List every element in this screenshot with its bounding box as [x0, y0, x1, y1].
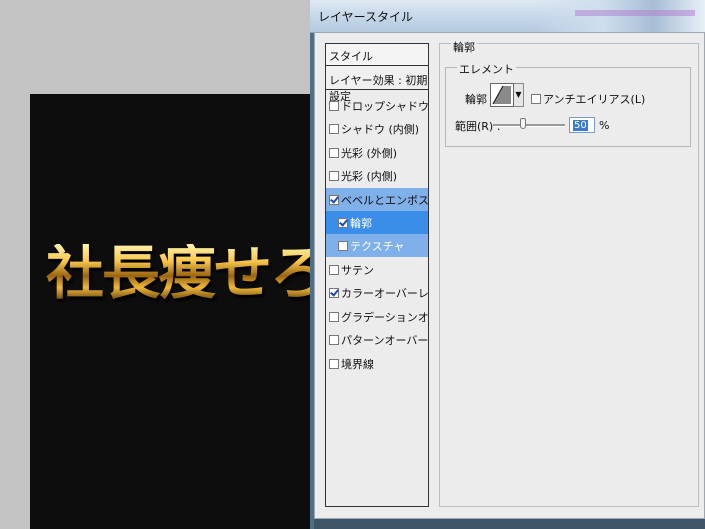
style-list: スタイル レイヤー効果 : 初期設定 ドロップシャドウ シャドウ (内側) 光彩…: [325, 43, 429, 507]
dialog-titlebar[interactable]: レイヤースタイル: [310, 0, 705, 33]
checkbox-gradient-overlay[interactable]: [329, 312, 339, 322]
checkbox-color-overlay[interactable]: [329, 288, 339, 298]
style-item-drop-shadow[interactable]: ドロップシャドウ: [326, 94, 428, 117]
checkbox-satin[interactable]: [329, 265, 339, 275]
style-item-texture[interactable]: テクスチャ: [326, 234, 428, 257]
checkbox-contour[interactable]: [338, 218, 348, 228]
range-unit: %: [599, 119, 610, 132]
style-item-label: サテン: [341, 264, 374, 277]
titlebar-glare: [535, 0, 705, 32]
style-item-contour[interactable]: 輪郭: [326, 211, 428, 234]
style-item-label: カラーオーバーレイ: [341, 287, 428, 300]
style-item-outer-glow[interactable]: 光彩 (外側): [326, 141, 428, 164]
contour-section-title: 輪郭: [451, 39, 477, 55]
style-item-stroke[interactable]: 境界線: [326, 352, 428, 375]
style-item-label: 光彩 (外側): [341, 147, 398, 160]
checkbox-inner-glow[interactable]: [329, 171, 339, 181]
checkbox-bevel-emboss[interactable]: [329, 195, 339, 205]
style-item-satin[interactable]: サテン: [326, 258, 428, 281]
contour-picker[interactable]: [490, 83, 514, 107]
dialog-bottom-edge: [314, 519, 705, 529]
style-item-label: パターンオーバーレイ: [341, 334, 428, 347]
style-item-bevel-emboss[interactable]: ベベルとエンボス: [326, 188, 428, 211]
style-item-label: 輪郭: [350, 217, 372, 230]
antialias-checkbox-row[interactable]: アンチエイリアス(L): [531, 91, 645, 107]
antialias-checkbox[interactable]: [531, 94, 541, 104]
style-item-label: テクスチャ: [350, 240, 405, 253]
elements-groupbox: [445, 67, 691, 147]
checkbox-inner-shadow[interactable]: [329, 124, 339, 134]
titlebar-highlight: [575, 10, 695, 16]
list-item-blending-options[interactable]: レイヤー効果 : 初期設定: [326, 66, 428, 103]
elements-section-title: エレメント: [457, 61, 516, 77]
contour-curve-icon: [492, 85, 511, 105]
checkbox-outer-glow[interactable]: [329, 148, 339, 158]
range-input[interactable]: 50: [569, 117, 595, 133]
style-item-pattern-overlay[interactable]: パターンオーバーレイ: [326, 328, 428, 351]
layer-style-dialog: レイヤースタイル スタイル レイヤー効果 : 初期設定 ドロップシャドウ シャド…: [310, 0, 705, 529]
style-item-color-overlay[interactable]: カラーオーバーレイ: [326, 281, 428, 304]
style-item-inner-glow[interactable]: 光彩 (内側): [326, 164, 428, 187]
list-item-styles[interactable]: スタイル: [326, 44, 428, 66]
checkbox-stroke[interactable]: [329, 359, 339, 369]
style-item-label: シャドウ (内側): [341, 123, 420, 136]
document-canvas[interactable]: 社長痩せろ: [30, 94, 328, 529]
checkbox-pattern-overlay[interactable]: [329, 335, 339, 345]
style-item-inner-shadow[interactable]: シャドウ (内側): [326, 117, 428, 140]
range-slider-track[interactable]: [493, 124, 565, 127]
antialias-label: アンチエイリアス(L): [543, 93, 646, 106]
range-slider-thumb[interactable]: [520, 118, 526, 129]
style-item-label: ドロップシャドウ: [341, 100, 428, 113]
style-item-label: グラデーションオーバーレイ: [341, 311, 428, 324]
checkbox-drop-shadow[interactable]: [329, 101, 339, 111]
style-item-label: 光彩 (内側): [341, 170, 398, 183]
style-item-gradient-overlay[interactable]: グラデーションオーバーレイ: [326, 305, 428, 328]
checkbox-texture[interactable]: [338, 241, 348, 251]
dialog-client-area: スタイル レイヤー効果 : 初期設定 ドロップシャドウ シャドウ (内側) 光彩…: [314, 32, 705, 519]
style-item-label: ベベルとエンボス: [341, 194, 428, 207]
range-value: 50: [573, 120, 588, 131]
contour-dropdown-arrow[interactable]: ▼: [514, 83, 524, 107]
dialog-title: レイヤースタイル: [318, 10, 414, 24]
canvas-gold-text: 社長痩せろ: [46, 239, 328, 307]
style-item-label: 境界線: [341, 358, 374, 371]
